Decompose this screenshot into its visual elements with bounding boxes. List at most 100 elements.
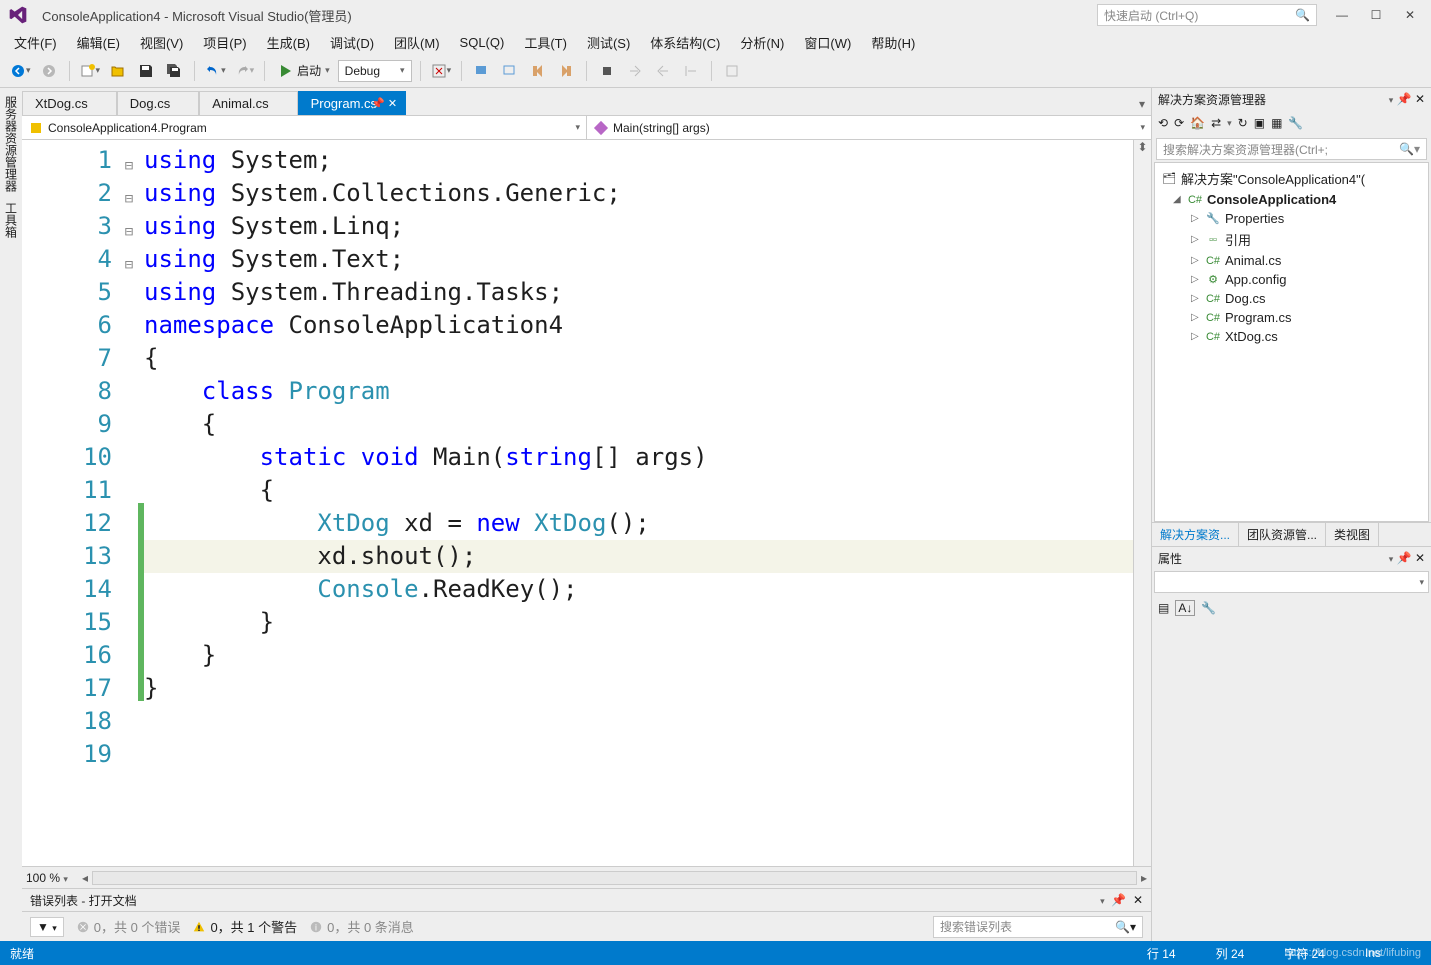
minimize-button[interactable]: — bbox=[1325, 3, 1359, 27]
wrench-icon[interactable]: 🔧 bbox=[1201, 601, 1216, 615]
nav-member-combo[interactable]: Main(string[] args) ▾ bbox=[587, 116, 1151, 139]
tree-item[interactable]: ▷C#Dog.cs bbox=[1155, 289, 1428, 308]
menu-团队M[interactable]: 团队(M) bbox=[384, 31, 450, 54]
messages-pill[interactable]: i0，共 0 条消息 bbox=[309, 917, 414, 936]
pin-icon[interactable]: 📌 bbox=[1397, 551, 1412, 565]
show-all-icon[interactable]: ▦ bbox=[1271, 116, 1282, 130]
back-icon[interactable]: ⟲ bbox=[1158, 116, 1168, 130]
filter-button[interactable]: ▼ ▾ bbox=[30, 917, 64, 937]
save-all-button[interactable] bbox=[162, 59, 186, 83]
menu-编辑E[interactable]: 编辑(E) bbox=[67, 31, 130, 54]
zoom-combo[interactable]: 100 % ▾ bbox=[26, 871, 82, 885]
menu-帮助H[interactable]: 帮助(H) bbox=[861, 31, 925, 54]
split-icon[interactable]: ⬍ bbox=[1134, 140, 1151, 156]
menu-测试S[interactable]: 测试(S) bbox=[577, 31, 640, 54]
menu-调试D[interactable]: 调试(D) bbox=[320, 31, 384, 54]
close-icon[interactable]: ✕ bbox=[1415, 92, 1425, 106]
fold-column[interactable]: ⊟⊟⊟⊟ bbox=[120, 140, 138, 866]
code-nav-bar: ConsoleApplication4.Program ▾ Main(strin… bbox=[22, 116, 1151, 140]
right-tab[interactable]: 解决方案资... bbox=[1152, 523, 1239, 546]
toolbar-step1 bbox=[623, 59, 647, 83]
pin-icon[interactable]: 📌 bbox=[1397, 92, 1412, 106]
panel-menu-icon[interactable]: ▾ bbox=[1100, 896, 1105, 906]
menu-视图V[interactable]: 视图(V) bbox=[130, 31, 193, 54]
categorize-icon[interactable]: ▤ bbox=[1158, 601, 1169, 615]
editor-tab[interactable]: Animal.cs bbox=[199, 91, 297, 115]
nav-forward-button[interactable] bbox=[37, 59, 61, 83]
menu-体系结构C[interactable]: 体系结构(C) bbox=[640, 31, 730, 54]
properties-object-combo[interactable]: ▾ bbox=[1154, 571, 1429, 593]
save-button[interactable] bbox=[134, 59, 158, 83]
open-file-button[interactable] bbox=[106, 59, 130, 83]
quick-launch-input[interactable]: 快速启动 (Ctrl+Q) 🔍 bbox=[1097, 4, 1317, 26]
collapse-icon[interactable]: ▣ bbox=[1254, 116, 1265, 130]
menu-分析N[interactable]: 分析(N) bbox=[730, 31, 794, 54]
toolbar-comment[interactable] bbox=[470, 59, 494, 83]
properties-grid bbox=[1152, 621, 1431, 941]
vs-logo-icon bbox=[4, 5, 32, 25]
code-editor[interactable]: 12345678910111213141516171819 ⊟⊟⊟⊟ using… bbox=[22, 140, 1151, 866]
start-debug-button[interactable]: 启动 ▾ bbox=[273, 62, 334, 79]
toolbar-misc-1[interactable]: ▾ bbox=[429, 59, 454, 83]
menu-SQLQ[interactable]: SQL(Q) bbox=[450, 33, 515, 52]
refresh-icon[interactable]: ↻ bbox=[1238, 116, 1248, 130]
toolbar-prev[interactable] bbox=[554, 59, 578, 83]
error-search-input[interactable]: 搜索错误列表 🔍▾ bbox=[933, 916, 1143, 938]
editor-tab[interactable]: Program.cs📌 ✕ bbox=[298, 91, 406, 115]
solution-search-input[interactable]: 搜索解决方案资源管理器(Ctrl+; 🔍▾ bbox=[1156, 138, 1427, 160]
error-list-panel: 错误列表 - 打开文档 ▾ 📌 ✕ ▼ ▾ 0，共 0 个错误 0，共 1 个警… bbox=[22, 888, 1151, 941]
menu-项目P[interactable]: 项目(P) bbox=[193, 31, 256, 54]
new-project-button[interactable]: ▾ bbox=[78, 59, 103, 83]
pin-icon[interactable]: 📌 bbox=[1111, 893, 1126, 907]
horizontal-scrollbar[interactable] bbox=[92, 871, 1137, 885]
status-col: 列 24 bbox=[1216, 945, 1245, 962]
close-icon[interactable]: ✕ bbox=[1133, 893, 1143, 907]
tree-item[interactable]: ▷C#Program.cs bbox=[1155, 308, 1428, 327]
right-tab[interactable]: 类视图 bbox=[1326, 523, 1379, 546]
panel-menu-icon[interactable]: ▾ bbox=[1389, 554, 1394, 564]
alpha-sort-icon[interactable]: A↓ bbox=[1175, 600, 1195, 616]
status-ready: 就绪 bbox=[10, 945, 34, 962]
errors-pill[interactable]: 0，共 0 个错误 bbox=[76, 917, 181, 936]
project-node[interactable]: ◢C#ConsoleApplication4 bbox=[1155, 190, 1428, 209]
toolbar-next[interactable] bbox=[526, 59, 550, 83]
tree-item[interactable]: ▷⚙App.config bbox=[1155, 270, 1428, 289]
toolbar-step2 bbox=[651, 59, 675, 83]
editor-tab[interactable]: XtDog.cs bbox=[22, 91, 117, 115]
tree-item[interactable]: ▷C#XtDog.cs bbox=[1155, 327, 1428, 346]
menu-工具T[interactable]: 工具(T) bbox=[514, 31, 577, 54]
editor-scrollbar[interactable]: ⬍ bbox=[1133, 140, 1151, 866]
dock-tab[interactable]: 服务器资源管理器 bbox=[1, 92, 22, 196]
tree-item[interactable]: ▷C#Animal.cs bbox=[1155, 251, 1428, 270]
redo-button[interactable]: ▾ bbox=[232, 59, 257, 83]
right-tab[interactable]: 团队资源管... bbox=[1239, 523, 1326, 546]
nav-back-button[interactable]: ▾ bbox=[8, 59, 33, 83]
close-button[interactable]: ✕ bbox=[1393, 3, 1427, 27]
tab-dropdown-icon[interactable]: ▾ bbox=[1133, 93, 1151, 115]
solution-root[interactable]: 🗂解决方案"ConsoleApplication4"( bbox=[1155, 167, 1428, 190]
menu-窗口W[interactable]: 窗口(W) bbox=[794, 31, 861, 54]
warnings-pill[interactable]: 0，共 1 个警告 bbox=[192, 917, 297, 936]
properties-icon[interactable]: 🔧 bbox=[1288, 116, 1303, 130]
dock-tab[interactable]: 工具箱 bbox=[1, 198, 22, 242]
undo-button[interactable]: ▾ bbox=[203, 59, 228, 83]
maximize-button[interactable]: ☐ bbox=[1359, 3, 1393, 27]
toolbar-uncomment[interactable] bbox=[498, 59, 522, 83]
toolbar-stop[interactable] bbox=[595, 59, 619, 83]
tree-item[interactable]: ▷🔧Properties bbox=[1155, 209, 1428, 228]
window-title: ConsoleApplication4 - Microsoft Visual S… bbox=[42, 6, 1097, 25]
tree-item[interactable]: ▷▫▫引用 bbox=[1155, 228, 1428, 251]
close-icon[interactable]: ✕ bbox=[1415, 551, 1425, 565]
menu-文件F[interactable]: 文件(F) bbox=[4, 31, 67, 54]
forward-icon[interactable]: ⟳ bbox=[1174, 116, 1184, 130]
home-icon[interactable]: 🏠 bbox=[1190, 116, 1205, 130]
code-content[interactable]: using System;using System.Collections.Ge… bbox=[144, 140, 1133, 866]
editor-tab[interactable]: Dog.cs bbox=[117, 91, 199, 115]
panel-menu-icon[interactable]: ▾ bbox=[1389, 95, 1394, 105]
solution-tree[interactable]: 🗂解决方案"ConsoleApplication4"(◢C#ConsoleApp… bbox=[1154, 162, 1429, 522]
main-toolbar: ▾ ▾ ▾ ▾ 启动 ▾ Debug▾ ▾ bbox=[0, 54, 1431, 88]
sync-icon[interactable]: ⇄ bbox=[1211, 116, 1221, 130]
config-combo[interactable]: Debug▾ bbox=[338, 60, 412, 82]
menu-生成B[interactable]: 生成(B) bbox=[257, 31, 320, 54]
nav-class-combo[interactable]: ConsoleApplication4.Program ▾ bbox=[22, 116, 587, 139]
